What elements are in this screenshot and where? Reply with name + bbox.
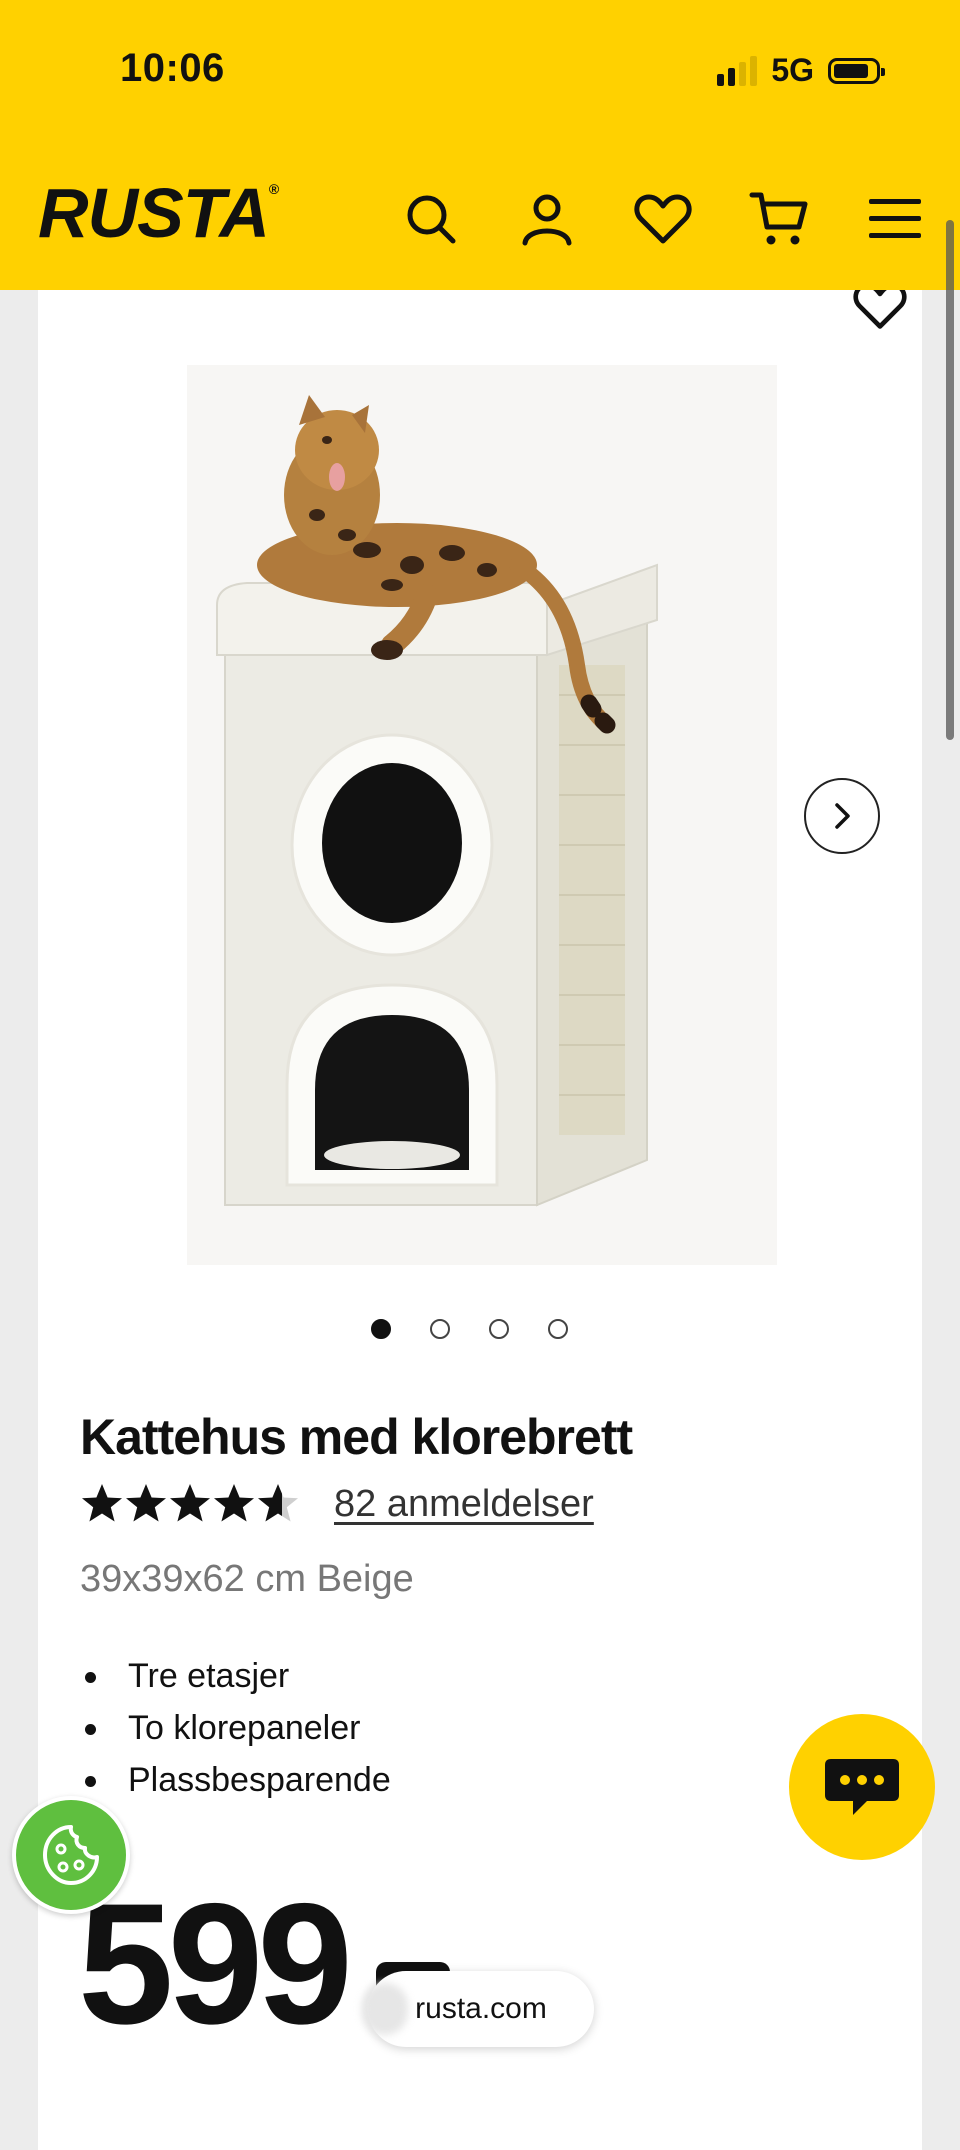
browser-url-bar[interactable]: rusta.com (362, 1971, 594, 2047)
menu-icon[interactable] (860, 184, 930, 254)
pagination-dot[interactable] (548, 1319, 568, 1339)
feature-item: To klorepaneler (80, 1702, 391, 1754)
chat-icon (825, 1759, 899, 1815)
pagination-dot[interactable] (371, 1319, 391, 1339)
product-rating: 82 anmeldelser (80, 1482, 594, 1526)
pagination-dot[interactable] (430, 1319, 450, 1339)
cart-icon[interactable] (744, 184, 814, 254)
battery-icon (828, 57, 885, 84)
next-image-button[interactable] (804, 778, 880, 854)
feature-list: Tre etasjer To klorepaneler Plassbespare… (80, 1650, 391, 1806)
url-text: rusta.com (415, 1992, 547, 2025)
pagination-dot[interactable] (489, 1319, 509, 1339)
network-label: 5G (771, 52, 814, 88)
search-icon[interactable] (396, 184, 466, 254)
chat-button[interactable] (789, 1714, 935, 1860)
feature-item: Tre etasjer (80, 1650, 391, 1702)
page-scrollbar[interactable] (946, 220, 954, 740)
cookie-settings-button[interactable] (12, 1796, 130, 1914)
product-variant: 39x39x62 cm Beige (80, 1558, 414, 1600)
cookie-icon (43, 1825, 99, 1885)
rating-stars (80, 1482, 320, 1526)
header-nav (396, 184, 930, 254)
image-pagination (371, 1319, 568, 1339)
chevron-right-icon (835, 803, 850, 829)
site-header: 10:06 5G RUSTA® (0, 0, 960, 290)
product-title: Kattehus med klorebrett (80, 1409, 633, 1465)
status-indicators: 5G (717, 52, 885, 89)
feature-item: Plassbesparende (80, 1754, 391, 1806)
heart-icon[interactable] (628, 184, 698, 254)
status-time: 10:06 (120, 46, 225, 90)
rusta-logo[interactable]: RUSTA® (38, 178, 279, 248)
reviews-link[interactable]: 82 anmeldelser (334, 1483, 594, 1526)
product-price: 599 (78, 1868, 353, 2060)
signal-icon (717, 55, 758, 86)
product-image[interactable] (187, 365, 777, 1265)
user-icon[interactable] (512, 184, 582, 254)
